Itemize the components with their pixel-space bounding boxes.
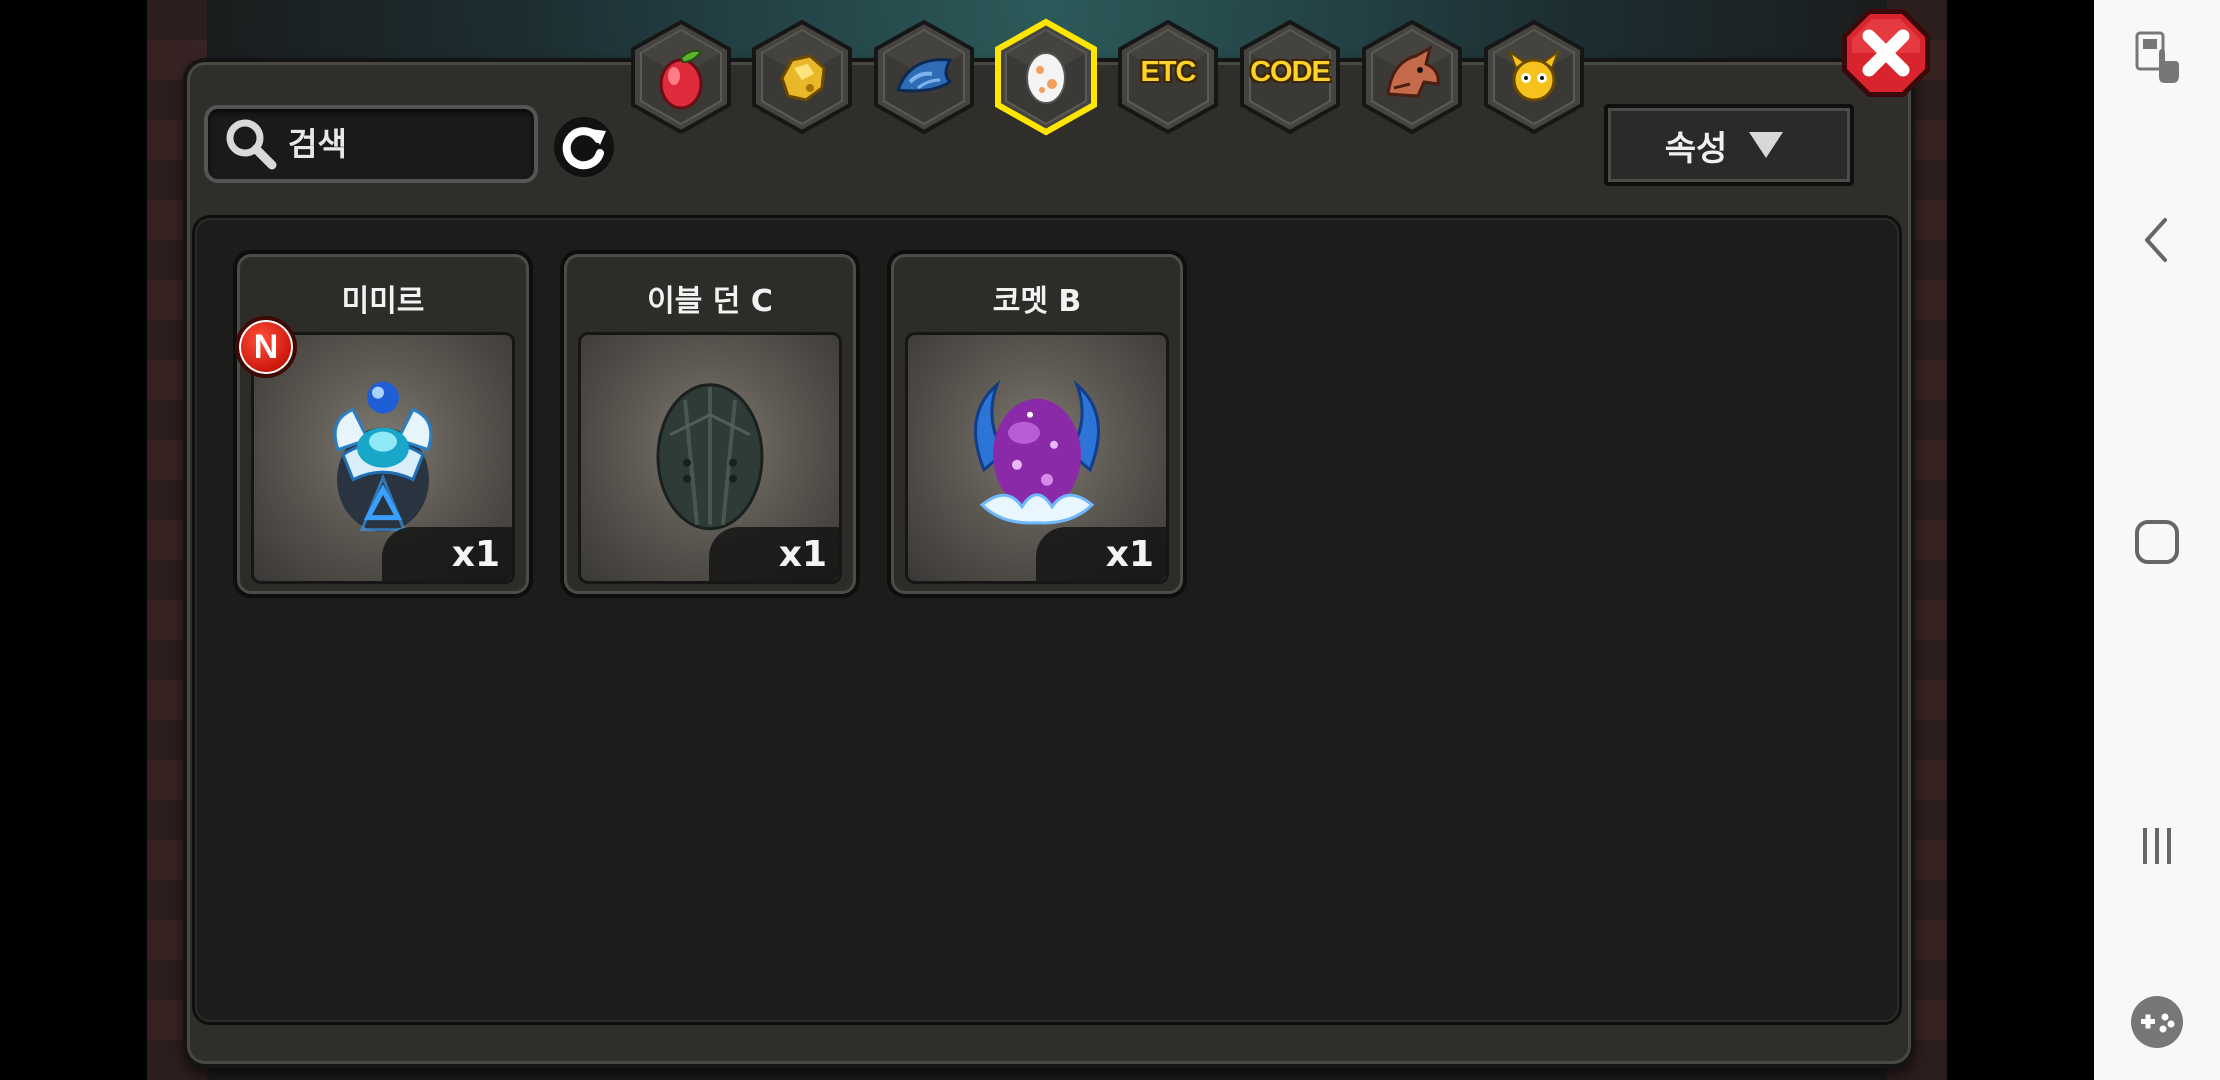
purple-horned-egg-icon: [974, 379, 1100, 525]
item-image: x1: [905, 332, 1169, 584]
sort-dropdown[interactable]: 속성: [1604, 104, 1854, 186]
tab-dragon-scale[interactable]: [870, 18, 978, 136]
tab-gold[interactable]: [748, 18, 856, 136]
item-quantity: x1: [1036, 527, 1166, 581]
item-name: 미미르: [341, 284, 425, 319]
tab-etc-label: ETC: [1140, 56, 1197, 88]
back-icon[interactable]: [2125, 208, 2189, 272]
new-badge: N: [235, 316, 297, 378]
dark-green-egg-icon: [656, 383, 764, 531]
game-tools-icon[interactable]: [2125, 990, 2189, 1054]
home-icon[interactable]: [2125, 510, 2189, 574]
search-input[interactable]: [286, 124, 510, 164]
tab-code-label: CODE: [1250, 56, 1331, 88]
item-quantity: x1: [382, 527, 512, 581]
item-card[interactable]: 미미르 x1 N: [233, 250, 533, 598]
recent-apps-icon[interactable]: [2125, 814, 2189, 878]
search-icon: [226, 119, 277, 170]
tab-code[interactable]: CODE: [1236, 18, 1344, 136]
item-name: 코멧 B: [992, 284, 1082, 319]
yellow-creature-icon: [1507, 49, 1561, 102]
close-icon[interactable]: [1838, 5, 1934, 101]
tab-fruit[interactable]: [627, 18, 735, 136]
item-card[interactable]: 코멧 B x1: [887, 250, 1187, 598]
tab-character[interactable]: [1480, 18, 1588, 136]
egg-icon: [1026, 52, 1066, 104]
blue-white-armored-egg-icon: [333, 381, 433, 532]
screen-touch-lock-icon[interactable]: [2125, 25, 2189, 89]
tab-dragon[interactable]: [1358, 18, 1466, 136]
system-navigation-bar: [2094, 0, 2220, 1080]
tab-etc[interactable]: ETC: [1114, 18, 1222, 136]
search-box[interactable]: [204, 105, 538, 183]
item-image: x1: [578, 332, 842, 584]
item-quantity: x1: [709, 527, 839, 581]
chevron-down-icon: [1749, 132, 1784, 158]
item-name: 이블 던 C: [647, 284, 773, 319]
sort-dropdown-label: 속성: [1664, 128, 1728, 169]
tab-egg[interactable]: [992, 18, 1100, 136]
item-image: x1: [251, 332, 515, 584]
refresh-icon[interactable]: [552, 115, 616, 179]
item-card[interactable]: 이블 던 C x1: [560, 250, 860, 598]
